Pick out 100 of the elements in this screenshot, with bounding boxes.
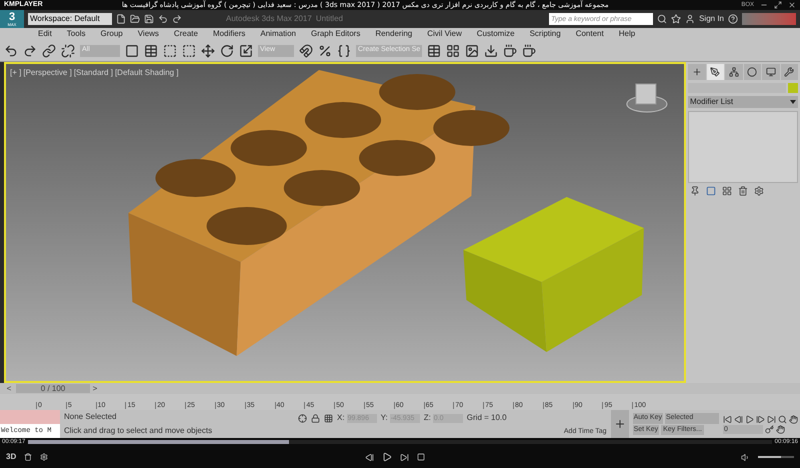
menu-item[interactable]: Tools: [66, 28, 86, 40]
selection-status: None Selected: [64, 411, 118, 423]
zoom-icon[interactable]: [778, 414, 787, 424]
undo-icon[interactable]: [4, 44, 18, 58]
undo-icon[interactable]: [158, 14, 168, 24]
table-icon[interactable]: [427, 44, 441, 58]
maxscript-input[interactable]: [0, 410, 60, 424]
3d-button[interactable]: 3D: [6, 451, 16, 463]
first-frame-icon[interactable]: [723, 414, 732, 424]
scale-icon[interactable]: [239, 44, 253, 58]
coordinate-label: Y:: [380, 412, 388, 424]
panel-tab[interactable]: [725, 64, 742, 80]
panel-tab[interactable]: [688, 64, 706, 80]
color-swatch[interactable]: [788, 83, 798, 93]
save-icon[interactable]: [144, 14, 154, 24]
step-back-icon[interactable]: [734, 414, 743, 424]
star-icon[interactable]: [671, 14, 682, 24]
window-crossing-icon[interactable]: [182, 44, 196, 58]
new-file-icon[interactable]: [116, 14, 126, 24]
snap-icon[interactable]: [299, 44, 313, 58]
dropdown-arrow-icon: [790, 100, 796, 104]
stop-icon[interactable]: [416, 453, 425, 461]
time-slider-thumb[interactable]: 0 / 100: [16, 384, 90, 393]
coordinate-label: Z:: [424, 412, 431, 424]
viewport-label[interactable]: [Default Shading ]: [114, 67, 179, 79]
image-icon[interactable]: [465, 44, 479, 58]
trash-icon[interactable]: [738, 186, 748, 196]
trash-icon[interactable]: [24, 453, 32, 461]
rotate-icon[interactable]: [220, 44, 234, 58]
link-icon[interactable]: [42, 44, 56, 58]
perspective-viewport[interactable]: [+ ] [Perspective ] [Standard ] [Default Shading ]: [4, 62, 686, 383]
maximize-icon[interactable]: [774, 1, 782, 9]
monitor-icon: [766, 67, 776, 77]
settings-icon[interactable]: [754, 186, 764, 196]
grid-status: Grid = 10.0: [466, 412, 507, 424]
sign-in-button[interactable]: Sign In: [699, 13, 724, 25]
curve-icon: [710, 67, 720, 77]
grid-icon[interactable]: [324, 414, 333, 422]
menu-item[interactable]: Content: [576, 28, 604, 40]
set-key-large-button[interactable]: [610, 410, 629, 438]
lock-icon[interactable]: [311, 414, 320, 422]
redo-icon[interactable]: [23, 44, 37, 58]
viewport-label[interactable]: [+ ]: [10, 67, 22, 79]
viewcube-icon[interactable]: [626, 84, 668, 112]
next-frame-button[interactable]: >: [90, 382, 100, 394]
viewport-label[interactable]: [Perspective ]: [23, 67, 72, 79]
layout-icon[interactable]: [446, 44, 460, 58]
pan-icon[interactable]: [789, 414, 798, 424]
move-icon[interactable]: [201, 44, 215, 58]
menu-item[interactable]: Civil View: [427, 28, 462, 40]
document-title: Untitled: [316, 13, 343, 25]
selection-region-icon[interactable]: [163, 44, 177, 58]
folder-icon[interactable]: [130, 14, 140, 24]
panel-tab[interactable]: [780, 64, 798, 80]
menu-item[interactable]: Group: [100, 28, 123, 40]
redo-icon[interactable]: [172, 14, 182, 24]
play-icon[interactable]: [745, 414, 754, 424]
prompt-text: Click and drag to select and move objects: [64, 425, 214, 437]
volume-icon[interactable]: [741, 452, 750, 462]
panel-tab[interactable]: [706, 64, 724, 80]
wrench-icon: [784, 67, 794, 77]
last-frame-icon[interactable]: [767, 414, 776, 424]
menu-item[interactable]: Views: [138, 28, 159, 40]
percent-snap-icon[interactable]: [318, 44, 332, 58]
previous-icon[interactable]: [364, 452, 374, 462]
step-forward-icon[interactable]: [756, 414, 765, 424]
menu-item[interactable]: Create: [174, 28, 198, 40]
panel-tab[interactable]: [744, 64, 761, 80]
menu-item[interactable]: Graph Editors: [310, 28, 360, 40]
app-title: Autodesk 3ds Max 2017: [226, 13, 312, 25]
braces-icon[interactable]: [337, 44, 351, 58]
coordinate-label: X:: [337, 412, 345, 424]
key-icon[interactable]: [765, 424, 774, 434]
select-object-icon[interactable]: [125, 44, 139, 58]
user-icon[interactable]: [685, 14, 696, 24]
plus-icon: [692, 67, 702, 77]
seek-bar[interactable]: [28, 440, 772, 444]
grid-icon[interactable]: [722, 186, 732, 196]
unlink-icon[interactable]: [61, 44, 75, 58]
menu-item[interactable]: Modifiers: [212, 28, 246, 40]
menu-item[interactable]: Animation: [260, 28, 296, 40]
panel-tab[interactable]: [762, 64, 780, 80]
pin-icon[interactable]: [690, 186, 700, 196]
workspace-dropdown[interactable]: Workspace: Default: [28, 13, 112, 25]
help-icon[interactable]: [728, 14, 738, 24]
modifier-list-dropdown[interactable]: Modifier List: [688, 96, 798, 108]
close-icon[interactable]: [788, 1, 796, 9]
viewport-label[interactable]: [Standard ]: [74, 67, 113, 79]
menu-item[interactable]: Edit: [38, 28, 52, 40]
next-icon[interactable]: [400, 452, 409, 462]
crosshair-icon[interactable]: [298, 414, 307, 422]
menu-item[interactable]: Scripting: [530, 28, 561, 40]
download-icon[interactable]: [484, 44, 498, 58]
plus-key-icon: [614, 418, 626, 430]
circle-icon: [747, 67, 758, 77]
menu-item[interactable]: Help: [618, 28, 636, 40]
hand-icon[interactable]: [776, 424, 785, 434]
previous-frame-button[interactable]: <: [4, 382, 14, 394]
menu-item[interactable]: Customize: [476, 28, 515, 40]
menu-item[interactable]: Rendering: [375, 28, 412, 40]
